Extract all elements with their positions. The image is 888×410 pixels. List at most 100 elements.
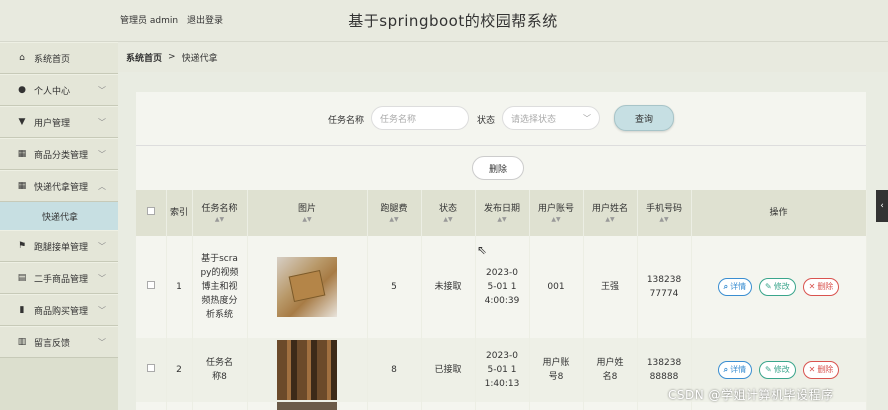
edit-button[interactable]: ✎ 修改 [759, 361, 796, 379]
grid-icon: ▦ [17, 181, 27, 191]
cell-index: 1 [166, 236, 193, 338]
status-select-placeholder: 请选择状态 [511, 114, 557, 125]
detail-button[interactable]: ⌕ 详情 [717, 278, 753, 296]
search-icon: ⌕ [723, 365, 729, 374]
top-header: 管理员 admin 退出登录 基于springboot的校园帮系统 [0, 0, 888, 42]
batch-delete-button[interactable]: 删除 [472, 156, 524, 180]
sidebar-item-label: 跑腿接单管理 [34, 242, 89, 253]
cell-actions: ⌕ 详情 ✎ 修改 ✕ 删除 [691, 236, 867, 338]
sort-icon: ▲▼ [389, 216, 399, 223]
chevron-down-icon: ﹀ [583, 114, 591, 123]
chevron-down-icon: ﹀ [98, 338, 106, 347]
col-actions: 操作 [691, 190, 867, 236]
cell-task-name: 基于scrapy的视频博主和视频热度分析系统 [192, 236, 248, 338]
sidebar-item-label: 商品分类管理 [34, 150, 89, 161]
home-icon: ⌂ [19, 53, 25, 63]
sidebar-item-label: 快递代拿管理 [34, 182, 89, 193]
breadcrumb-separator: > [168, 52, 176, 62]
grid-icon: ▦ [17, 149, 27, 159]
sort-icon: ▲▼ [659, 216, 669, 223]
sidebar-item-users[interactable]: ▼ 用户管理 ﹀ [0, 106, 118, 138]
chevron-down-icon: ﹀ [98, 150, 106, 159]
cell-status: 未接取 [421, 236, 476, 338]
checkbox[interactable] [146, 207, 155, 215]
sidebar-item-label: 商品购买管理 [34, 306, 89, 317]
user-icon: ▼ [18, 117, 26, 127]
chevron-down-icon: ﹀ [98, 306, 106, 315]
collapse-handle[interactable]: ‹ [876, 190, 888, 222]
sidebar-item-label: 留言反馈 [34, 338, 71, 349]
col-index[interactable]: 索引 [166, 190, 193, 236]
delete-button[interactable]: ✕ 删除 [802, 361, 840, 379]
query-button[interactable]: 查询 [614, 105, 674, 131]
col-task-name[interactable]: 任务名称 ▲▼ [192, 190, 248, 236]
status-select[interactable]: 请选择状态 ﹀ [502, 106, 600, 130]
cell-status: 已接取 [421, 338, 476, 402]
table-row [136, 402, 867, 410]
search-icon: ⌕ [723, 282, 729, 291]
checkbox[interactable] [146, 364, 155, 372]
task-name-label: 任务名称 [328, 116, 365, 126]
checkbox[interactable] [146, 281, 155, 289]
sort-icon: ▲▼ [551, 216, 561, 223]
cell-phone: 13823877774 [637, 236, 692, 338]
task-image [277, 340, 337, 400]
sidebar-item-errand[interactable]: ⚑ 跑腿接单管理 ﹀ [0, 230, 118, 262]
sidebar-item-express[interactable]: ▦ 快递代拿管理 ︿ [0, 170, 118, 202]
cell-image [247, 402, 368, 410]
bar-chart-icon: ▮ [19, 305, 25, 315]
person-icon: ● [18, 85, 26, 95]
edit-button[interactable]: ✎ 修改 [759, 278, 796, 296]
sidebar-item-category[interactable]: ▦ 商品分类管理 ﹀ [0, 138, 118, 170]
sidebar-item-label: 系统首页 [34, 54, 71, 65]
breadcrumb: 系统首页 > 快递代拿 [118, 42, 888, 72]
cell-fee: 8 [367, 338, 422, 402]
row-checkbox-cell[interactable] [136, 236, 167, 338]
col-status[interactable]: 状态 ▲▼ [421, 190, 476, 236]
select-all-checkbox[interactable] [136, 190, 167, 236]
col-fee[interactable]: 跑腿费 ▲▼ [367, 190, 422, 236]
search-bar: 任务名称 任务名称 状态 请选择状态 ﹀ 查询 [136, 92, 866, 146]
table-header-row: 索引 任务名称 ▲▼ 图片 ▲▼ 跑腿费 ▲▼ 状态 ▲▼ 发布日期 ▲▼ 用户账号 ▲▼ … [136, 190, 867, 236]
cell-image [247, 338, 368, 402]
cell-account: 001 [529, 236, 584, 338]
sort-icon: ▲▼ [605, 216, 615, 223]
col-image[interactable]: 图片 ▲▼ [247, 190, 368, 236]
row-checkbox-cell[interactable] [136, 338, 167, 402]
sort-icon: ▲▼ [302, 216, 312, 223]
close-icon: ✕ [808, 282, 816, 291]
chevron-down-icon: ﹀ [98, 118, 106, 127]
col-date[interactable]: 发布日期 ▲▼ [475, 190, 530, 236]
sidebar-item-label: 用户管理 [34, 118, 71, 129]
sidebar-item-secondhand[interactable]: ▤ 二手商品管理 ﹀ [0, 262, 118, 294]
sidebar-subitem-express[interactable]: 快递代拿 [0, 202, 118, 230]
sidebar-item-label: 个人中心 [34, 86, 71, 97]
sidebar-item-purchase[interactable]: ▮ 商品购买管理 ﹀ [0, 294, 118, 326]
watermark: CSDN @学姐计算机毕设程序 [668, 388, 834, 402]
sidebar-item-home[interactable]: ⌂ 系统首页 [0, 42, 118, 74]
sidebar-item-personal[interactable]: ● 个人中心 ﹀ [0, 74, 118, 106]
delete-button[interactable]: ✕ 删除 [802, 278, 840, 296]
sort-icon: ▲▼ [214, 216, 225, 223]
task-name-input[interactable]: 任务名称 [371, 106, 469, 130]
flag-icon: ⚑ [17, 241, 27, 251]
close-icon: ✕ [808, 365, 816, 374]
chevron-down-icon: ﹀ [98, 86, 106, 95]
task-image [277, 402, 337, 410]
col-phone[interactable]: 手机号码 ▲▼ [637, 190, 692, 236]
col-account[interactable]: 用户账号 ▲▼ [529, 190, 584, 236]
pencil-icon: ✎ [765, 365, 772, 374]
task-table: 索引 任务名称 ▲▼ 图片 ▲▼ 跑腿费 ▲▼ 状态 ▲▼ 发布日期 ▲▼ 用户账号 ▲▼ … [136, 190, 867, 410]
breadcrumb-home[interactable]: 系统首页 [126, 51, 162, 64]
sidebar-item-feedback[interactable]: ▥ 留言反馈 ﹀ [0, 326, 118, 358]
status-label: 状态 [477, 116, 496, 126]
cell-task-name: 任务名称8 [192, 338, 248, 402]
cell-username: 王强 [583, 236, 638, 338]
mouse-cursor-icon: ⇖ [477, 243, 488, 257]
chevron-up-icon: ︿ [98, 182, 106, 191]
detail-button[interactable]: ⌕ 详情 [717, 361, 753, 379]
book-icon: ▥ [17, 337, 27, 347]
pencil-icon: ✎ [765, 282, 772, 291]
sort-icon: ▲▼ [443, 216, 453, 223]
col-username[interactable]: 用户姓名 ▲▼ [583, 190, 638, 236]
